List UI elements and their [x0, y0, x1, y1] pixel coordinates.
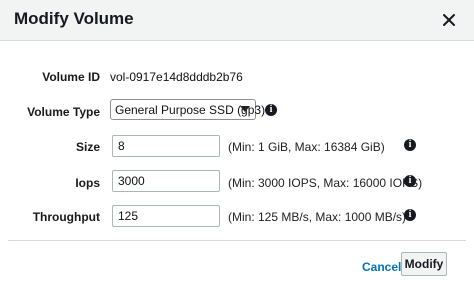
close-icon[interactable] — [439, 10, 459, 30]
volume-type-label: Volume Type — [27, 105, 100, 119]
throughput-hint: (Min: 125 MB/s, Max: 1000 MB/s) — [228, 210, 407, 224]
chevron-down-icon — [240, 106, 250, 112]
size-hint: (Min: 1 GiB, Max: 16384 GiB) — [228, 140, 385, 154]
iops-hint: (Min: 3000 IOPS, Max: 16000 IOPS) — [228, 176, 423, 190]
dialog-header: Modify Volume — [0, 0, 474, 41]
modify-button[interactable]: Modify — [401, 252, 447, 276]
volume-type-select[interactable]: General Purpose SSD (gp3) — [110, 99, 265, 120]
dialog-title: Modify Volume — [14, 9, 134, 28]
volume-id-value: vol-0917e14d8dddb2b76 — [110, 70, 243, 84]
throughput-info-icon[interactable]: i — [404, 209, 416, 221]
iops-input[interactable]: 3000 — [112, 170, 220, 192]
size-input[interactable]: 8 — [112, 135, 220, 157]
size-info-icon[interactable]: i — [404, 139, 416, 151]
volume-id-label: Volume ID — [42, 70, 100, 84]
throughput-label: Throughput — [32, 210, 100, 224]
iops-info-icon[interactable]: i — [404, 175, 416, 187]
size-label: Size — [75, 140, 100, 154]
footer-divider — [8, 240, 466, 241]
iops-label: Iops — [75, 176, 100, 190]
throughput-input[interactable]: 125 — [112, 205, 220, 227]
cancel-link[interactable]: Cancel — [362, 260, 401, 274]
volume-type-info-icon[interactable]: i — [265, 104, 277, 116]
